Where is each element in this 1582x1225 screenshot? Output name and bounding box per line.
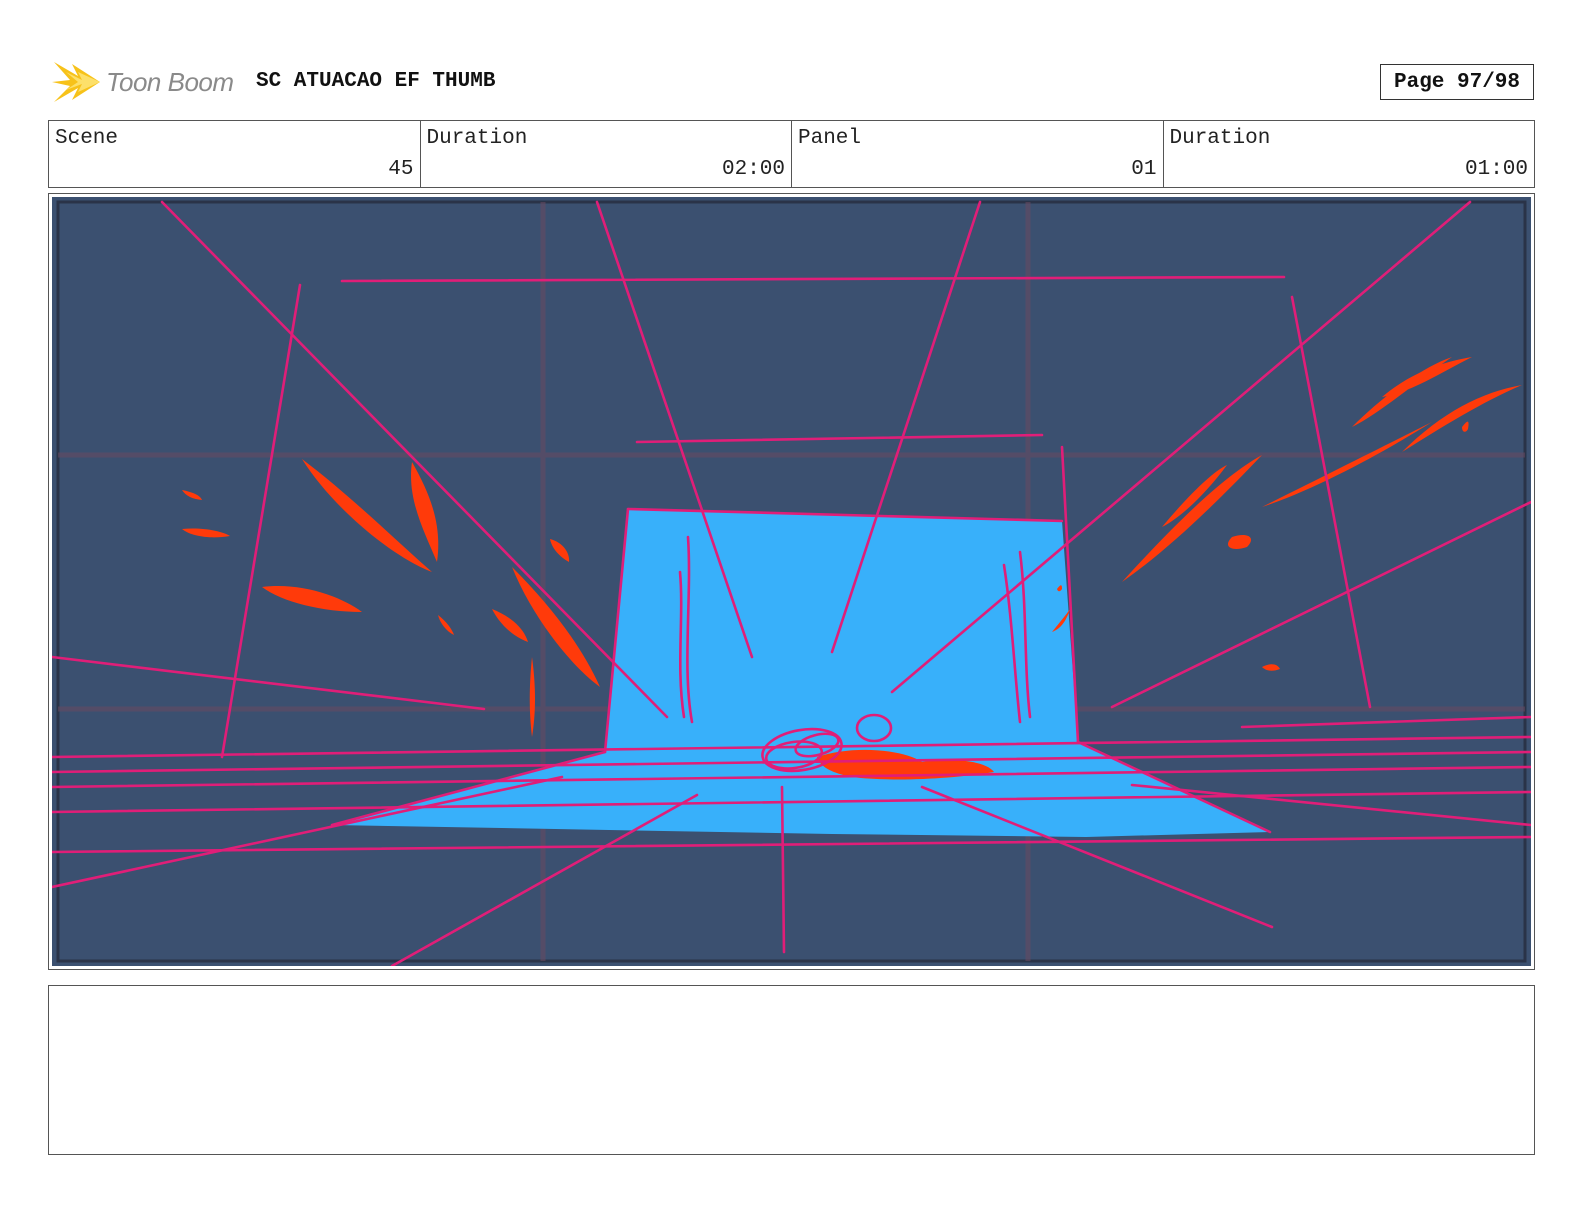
scene-label: Scene — [55, 127, 119, 150]
scene-info-table: Scene 45 Duration 02:00 Panel 01 Duratio… — [48, 120, 1535, 188]
document-title: SC ATUACAO EF THUMB — [256, 70, 496, 93]
panel-label: Panel — [798, 127, 862, 150]
scene-duration-value: 02:00 — [721, 158, 785, 181]
panel-notes-box — [48, 985, 1535, 1155]
logo-text: Toon Boom — [106, 66, 234, 97]
panel-sketch-image — [52, 197, 1531, 966]
scene-value: 45 — [388, 158, 414, 181]
panel-value: 01 — [1131, 158, 1157, 181]
flame-logo-icon — [52, 62, 100, 102]
panel-duration-value: 01:00 — [1464, 158, 1528, 181]
scene-duration-cell: Duration 02:00 — [421, 121, 792, 187]
scene-cell: Scene 45 — [49, 121, 421, 187]
panel-duration-cell: Duration 01:00 — [1164, 121, 1535, 187]
storyboard-panel — [48, 193, 1535, 970]
toon-boom-logo: Toon Boom — [52, 56, 234, 108]
page-number: Page 97/98 — [1380, 64, 1534, 100]
panel-cell: Panel 01 — [792, 121, 1164, 187]
scene-duration-label: Duration — [426, 127, 528, 150]
panel-duration-label: Duration — [1169, 127, 1271, 150]
